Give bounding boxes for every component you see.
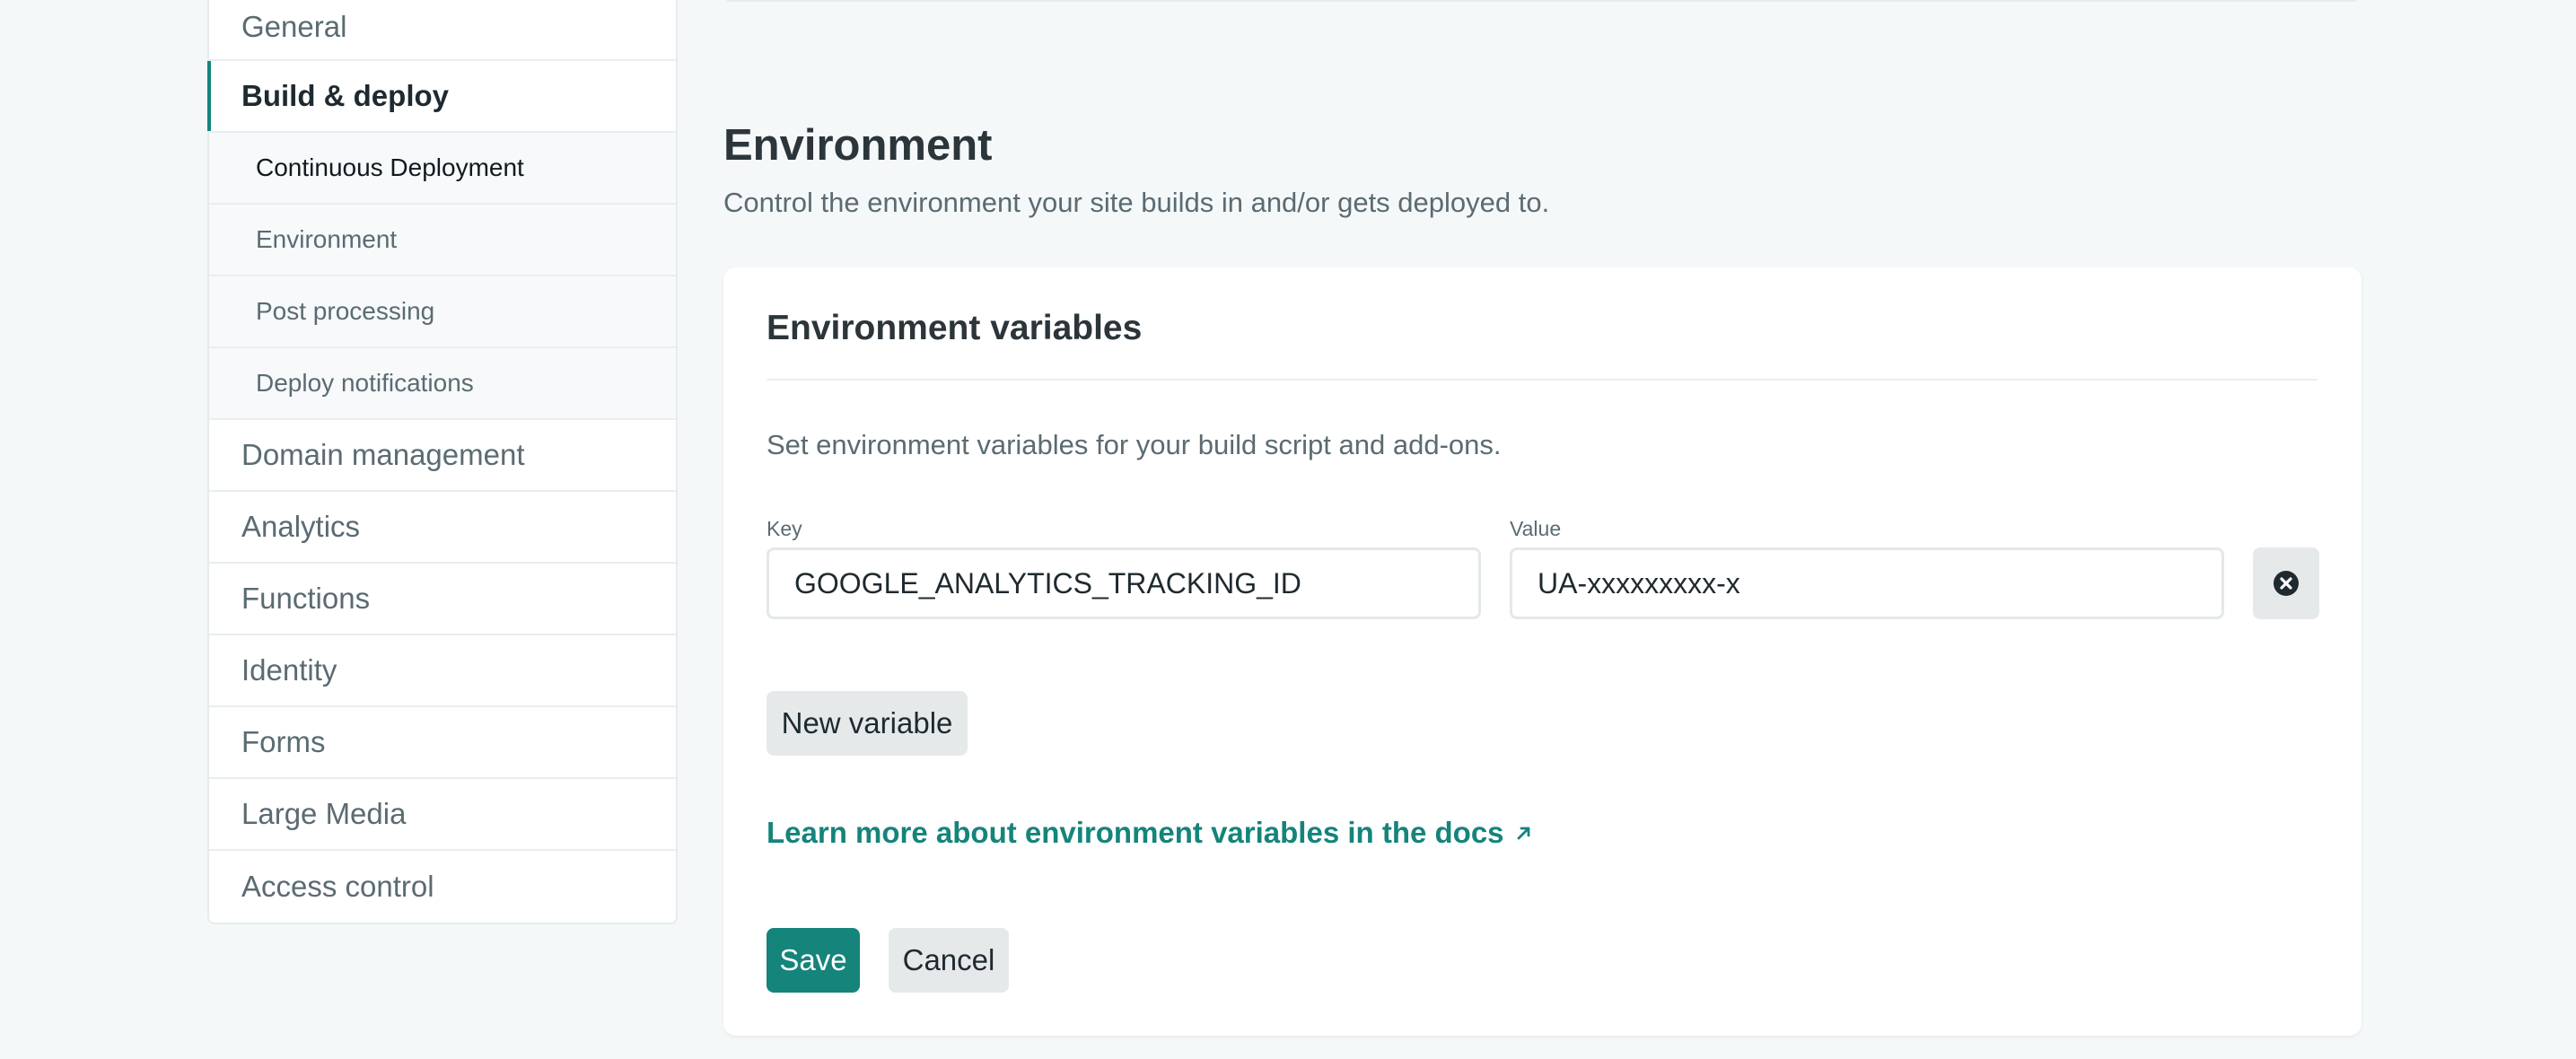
- key-input[interactable]: [767, 547, 1481, 619]
- sidebar-item-large-media[interactable]: Large Media: [209, 779, 676, 851]
- sidebar-item-identity[interactable]: Identity: [209, 635, 676, 707]
- save-button[interactable]: Save: [767, 928, 860, 993]
- key-label: Key: [767, 517, 802, 540]
- sidebar-subitem-environment[interactable]: Environment: [209, 205, 676, 276]
- sidebar-subitem-post-processing[interactable]: Post processing: [209, 276, 676, 348]
- sidebar-item-access-control[interactable]: Access control: [209, 851, 676, 923]
- sidebar-subitem-continuous-deployment[interactable]: Continuous Deployment: [209, 133, 676, 205]
- docs-link[interactable]: Learn more about environment variables i…: [767, 816, 1533, 850]
- cancel-button[interactable]: Cancel: [889, 928, 1009, 993]
- sidebar-item-general[interactable]: General: [209, 0, 676, 61]
- section-title: Environment: [723, 121, 993, 170]
- value-input[interactable]: [1510, 547, 2224, 619]
- card-divider: [767, 379, 2318, 381]
- value-label: Value: [1510, 517, 1562, 540]
- new-variable-button[interactable]: New variable: [767, 691, 968, 756]
- top-divider: [727, 0, 2356, 2]
- card-title: Environment variables: [767, 309, 1143, 347]
- card-description: Set environment variables for your build…: [767, 429, 1502, 460]
- sidebar-subitem-deploy-notifications[interactable]: Deploy notifications: [209, 348, 676, 420]
- settings-sidebar: General Build & deploy Continuous Deploy…: [207, 0, 678, 924]
- sidebar-item-build-deploy[interactable]: Build & deploy: [207, 61, 676, 133]
- sidebar-item-domain-management[interactable]: Domain management: [209, 420, 676, 492]
- sidebar-item-functions[interactable]: Functions: [209, 564, 676, 635]
- remove-variable-button[interactable]: [2253, 547, 2319, 619]
- docs-link-label: Learn more about environment variables i…: [767, 816, 1504, 849]
- section-description: Control the environment your site builds…: [723, 187, 1550, 218]
- environment-variables-card: Environment variables Set environment va…: [723, 267, 2361, 1036]
- sidebar-item-analytics[interactable]: Analytics: [209, 492, 676, 564]
- close-circle-icon: [2274, 571, 2299, 596]
- sidebar-item-forms[interactable]: Forms: [209, 707, 676, 779]
- external-link-arrow-icon: [1517, 827, 1529, 840]
